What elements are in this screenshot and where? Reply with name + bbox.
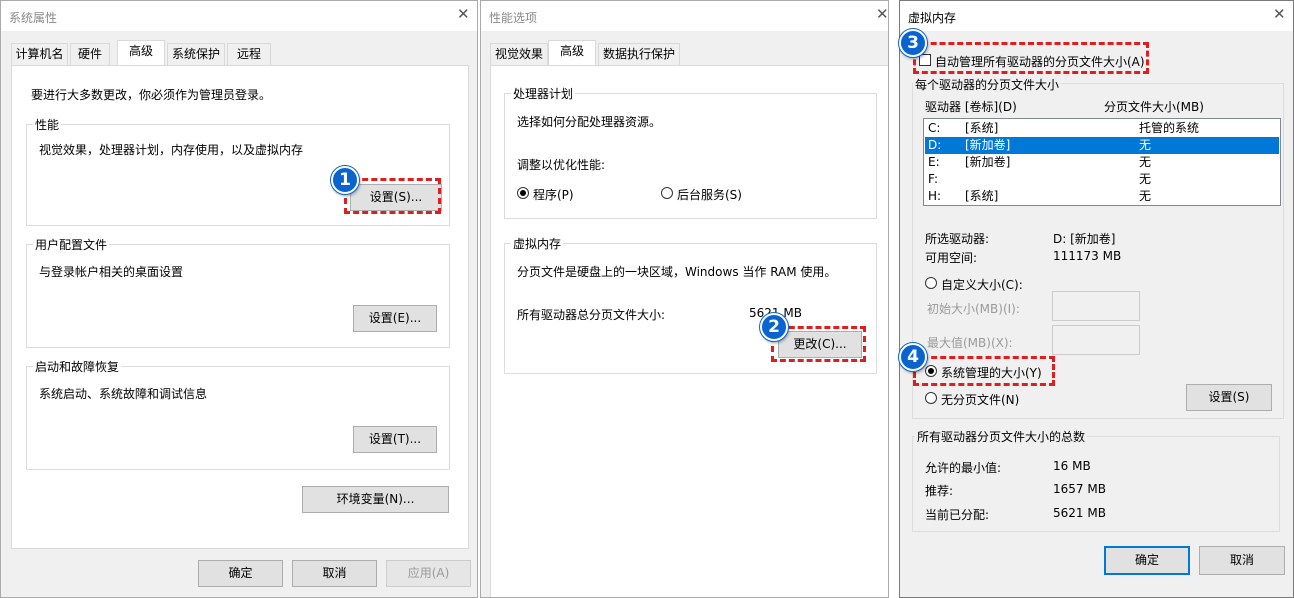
drive-row[interactable]: H: [系统] 无 (925, 188, 1279, 205)
free-space-value: 111173 MB (1053, 249, 1122, 263)
step-4-badge: 4 (899, 343, 927, 371)
max-size-label: 最大值(MB)(X): (927, 336, 1013, 350)
tab-advanced[interactable]: 高级 (117, 40, 165, 65)
step-2-badge: 2 (760, 313, 788, 341)
custom-size-radio[interactable] (925, 277, 937, 289)
user-profiles-description: 与登录帐户相关的桌面设置 (39, 265, 184, 279)
col-size-header: 分页文件大小(MB) (1104, 100, 1204, 114)
close-icon[interactable]: ✕ (1273, 7, 1286, 22)
max-size-field[interactable] (1052, 325, 1140, 355)
environment-variables-button[interactable]: 环境变量(N)... (302, 486, 449, 513)
cancel-button[interactable]: 取消 (292, 560, 377, 587)
performance-label: 性能 (33, 116, 62, 133)
startup-recovery-settings-button[interactable]: 设置(T)... (353, 426, 437, 453)
dialog-title: 系统属性 (9, 11, 58, 25)
virtual-memory-dialog: 虚拟内存 ✕ 自动管理所有驱动器的分页文件大小(A) 每个驱动器的分页文件大小 … (899, 0, 1294, 598)
drive-row-selected[interactable]: D: [新加卷] 无 (925, 137, 1279, 154)
apply-button[interactable]: 应用(A) (386, 560, 471, 587)
recommended-label: 推荐: (925, 484, 954, 498)
advanced-tab-page: 要进行大多数更改，你必须作为管理员登录。 性能 视觉效果，处理器计划，内存使用，… (11, 65, 469, 549)
virtual-memory-label: 虚拟内存 (511, 235, 564, 252)
free-space-label: 可用空间: (925, 251, 978, 265)
totals-group: 所有驱动器分页文件大小的总数 允许的最小值: 16 MB 推荐: 1657 MB… (912, 428, 1280, 532)
initial-size-field[interactable] (1052, 291, 1140, 321)
drive-row[interactable]: C: [系统] 托管的系统 (925, 120, 1279, 137)
no-paging-file-label[interactable]: 无分页文件(N) (941, 391, 1019, 408)
custom-size-label[interactable]: 自定义大小(C): (941, 276, 1023, 293)
background-services-label[interactable]: 后台服务(S) (677, 186, 742, 203)
totals-label: 所有驱动器分页文件大小的总数 (915, 428, 1088, 445)
cancel-button[interactable]: 取消 (1199, 546, 1285, 575)
drive-list[interactable]: C: [系统] 托管的系统 D: [新加卷] 无 E: [新加卷] 无 F: 无… (923, 118, 1281, 206)
tab-remote[interactable]: 远程 (227, 43, 271, 65)
min-allowed-label: 允许的最小值: (925, 461, 1002, 475)
tab-hardware[interactable]: 硬件 (70, 43, 110, 65)
performance-description: 视觉效果，处理器计划，内存使用，以及虚拟内存 (39, 143, 304, 157)
callout-auto-manage (913, 42, 1149, 74)
virtual-memory-description: 分页文件是硬盘上的一块区域，Windows 当作 RAM 使用。 (517, 265, 837, 279)
close-icon[interactable]: ✕ (876, 7, 888, 22)
title-bar: 系统属性 ✕ (1, 1, 477, 31)
user-profiles-label: 用户配置文件 (33, 236, 110, 253)
currently-allocated-label: 当前已分配: (925, 508, 990, 522)
col-drive-header: 驱动器 [卷标](D) (925, 100, 1017, 114)
dialog-title: 虚拟内存 (908, 11, 957, 25)
processor-scheduling-group: 处理器计划 选择如何分配处理器资源。 调整以优化性能: 程序(P) 后台服务(S… (504, 85, 877, 219)
drive-row[interactable]: F: 无 (925, 171, 1279, 188)
min-allowed-value: 16 MB (1053, 459, 1091, 473)
drive-row[interactable]: E: [新加卷] 无 (925, 154, 1279, 171)
step-1-badge: 1 (331, 166, 359, 194)
selected-drive-value: D: [新加卷] (1053, 232, 1116, 246)
adjust-label: 调整以优化性能: (517, 158, 606, 172)
ok-button[interactable]: 确定 (198, 560, 283, 587)
set-button[interactable]: 设置(S) (1186, 384, 1272, 411)
tab-advanced[interactable]: 高级 (548, 40, 596, 65)
startup-recovery-group: 启动和故障恢复 系统启动、系统故障和调试信息 (26, 358, 450, 470)
step-3-badge: 3 (899, 29, 927, 57)
processor-description: 选择如何分配处理器资源。 (517, 115, 662, 129)
programs-radio[interactable] (517, 187, 529, 199)
admin-note: 要进行大多数更改，你必须作为管理员登录。 (31, 88, 272, 102)
processor-scheduling-label: 处理器计划 (511, 85, 576, 102)
background-services-radio[interactable] (661, 187, 673, 199)
title-bar: 性能选项 ✕ (481, 1, 888, 31)
no-paging-file-radio[interactable] (925, 392, 937, 404)
tab-computer-name[interactable]: 计算机名 (11, 43, 68, 65)
performance-options-dialog: 性能选项 ✕ 视觉效果 高级 数据执行保护 处理器计划 选择如何分配处理器资源。… (480, 0, 889, 598)
total-paging-label: 所有驱动器总分页文件大小: (517, 308, 666, 322)
programs-label[interactable]: 程序(P) (533, 186, 574, 203)
user-profiles-group: 用户配置文件 与登录帐户相关的桌面设置 (26, 236, 450, 348)
recommended-value: 1657 MB (1053, 482, 1106, 496)
dialog-title: 性能选项 (489, 11, 538, 25)
close-icon[interactable]: ✕ (457, 7, 470, 22)
callout-system-managed (913, 356, 1055, 386)
selected-drive-label: 所选驱动器: (925, 232, 990, 246)
currently-allocated-value: 5621 MB (1053, 506, 1106, 520)
tab-visual-effects[interactable]: 视觉效果 (490, 43, 548, 65)
initial-size-label: 初始大小(MB)(I): (927, 302, 1020, 316)
startup-recovery-description: 系统启动、系统故障和调试信息 (39, 387, 208, 401)
tab-system-protection[interactable]: 系统保护 (167, 43, 225, 65)
tab-data-execution-prevention[interactable]: 数据执行保护 (598, 43, 680, 65)
system-properties-dialog: 系统属性 ✕ 计算机名 硬件 高级 系统保护 远程 要进行大多数更改，你必须作为… (0, 0, 478, 598)
per-drive-label: 每个驱动器的分页文件大小 (913, 76, 1062, 93)
user-profiles-settings-button[interactable]: 设置(E)... (353, 305, 437, 332)
ok-button[interactable]: 确定 (1104, 546, 1190, 575)
startup-recovery-label: 启动和故障恢复 (33, 358, 122, 375)
title-bar: 虚拟内存 ✕ (900, 1, 1293, 31)
